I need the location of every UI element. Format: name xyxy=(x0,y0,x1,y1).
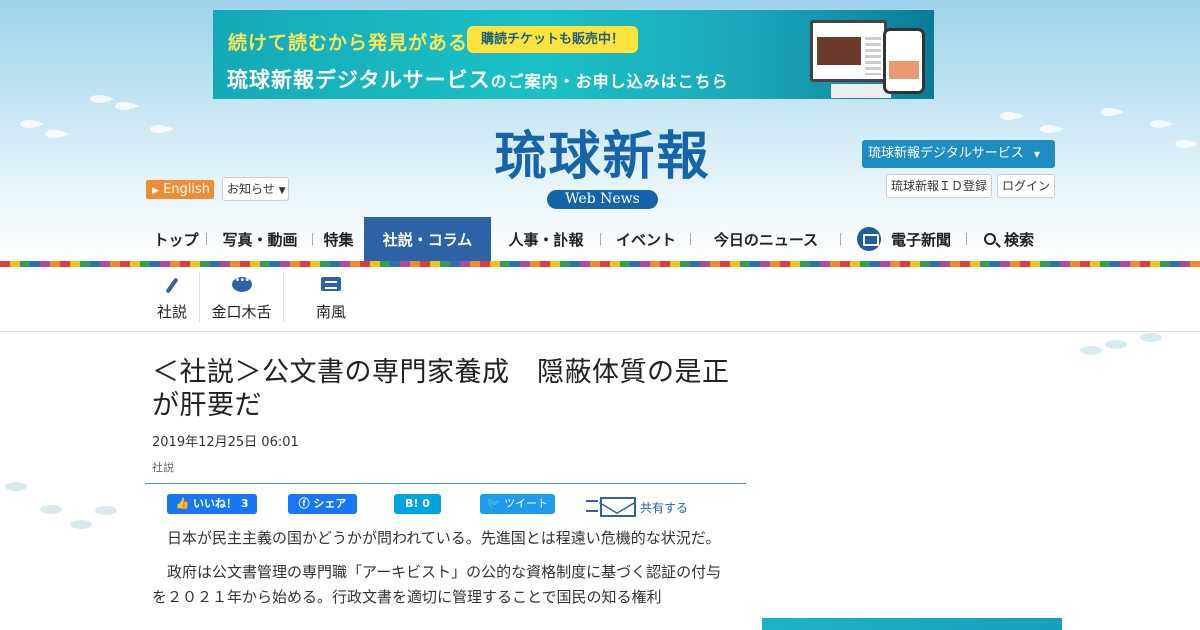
fish-decoration xyxy=(45,130,69,138)
notice-label: お知らせ xyxy=(227,182,275,196)
decorative-pattern-strip xyxy=(0,261,1200,267)
nav-label: 電子新聞 xyxy=(890,230,951,249)
speech-bubble-icon xyxy=(231,275,252,295)
id-register-button[interactable]: 琉球新報ＩＤ登録 xyxy=(886,174,992,198)
nav-item-editorial-column[interactable]: 社説・コラム xyxy=(364,217,491,261)
fish-decoration xyxy=(1150,120,1174,128)
nav-item-events[interactable]: イベント xyxy=(601,217,691,261)
mail-share-label[interactable]: 共有する xyxy=(640,499,688,516)
main-nav: トップ 写真・動画 特集 社説・コラム 人事・訃報 イベント 今日のニュース 電… xyxy=(145,217,1051,261)
nav-item-photo-video[interactable]: 写真・動画 xyxy=(207,217,313,261)
banner-here-text: はこちら xyxy=(660,72,729,91)
fish-decoration xyxy=(150,125,174,133)
article-header: ＜社説＞公文書の専門家養成 隠蔽体質の是正が肝要だ 2019年12月25日 06… xyxy=(152,356,744,475)
article-date: 2019年12月25日 06:01 xyxy=(152,435,299,450)
share-divider xyxy=(145,483,746,484)
nav-label: 写真・動画 xyxy=(222,230,298,249)
fish-decoration xyxy=(1080,346,1102,355)
like-label: いいね！ 3 xyxy=(193,497,249,510)
article-category[interactable]: 社説 xyxy=(152,459,744,475)
article-title: ＜社説＞公文書の専門家養成 隠蔽体質の是正が肝要だ xyxy=(152,357,730,421)
fish-decoration xyxy=(1105,340,1127,349)
fish-decoration xyxy=(1140,333,1162,342)
nav-label: 今日のニュース xyxy=(713,230,819,249)
fish-decoration xyxy=(115,102,139,110)
nav-item-top[interactable]: トップ xyxy=(145,217,207,261)
pen-icon xyxy=(162,277,182,295)
login-button[interactable]: ログイン xyxy=(997,174,1055,198)
facebook-like-button[interactable]: 👍 いいね！ 3 xyxy=(167,494,257,514)
notice-dropdown[interactable]: お知らせ ▼ xyxy=(222,177,289,201)
logo-subtitle: Web News xyxy=(547,190,658,209)
sidebar-ad[interactable] xyxy=(762,618,1062,630)
tweet-button[interactable]: 🐦 ツイート xyxy=(480,494,555,514)
fish-decoration xyxy=(1175,140,1199,148)
banner-main-text: 琉球新報デジタルサービスのご案内・お申し込みはこちら xyxy=(227,64,729,94)
article-body: 日本が民主主義の国かどうかが問われている。先進国とは程遠い危機的な状況だ。 政府… xyxy=(152,526,732,619)
nav-label: 特集 xyxy=(323,230,354,249)
facebook-icon: ⓕ xyxy=(298,497,310,510)
nav-label: 社説・コラム xyxy=(382,230,473,249)
nav-label: 検索 xyxy=(1003,230,1034,249)
divider xyxy=(0,331,1200,332)
banner-tagline: 続けて読むから発見がある xyxy=(228,32,469,54)
subnav-label: 南風 xyxy=(315,303,346,321)
fish-decoration xyxy=(40,505,62,514)
fish-decoration xyxy=(95,506,117,515)
banner-guide-text: のご案内・お申し込み xyxy=(490,72,661,91)
monitor-stand xyxy=(831,84,891,98)
subnav-label: 金口木舌 xyxy=(211,303,272,321)
fish-decoration xyxy=(1100,108,1124,116)
nav-label: 人事・訃報 xyxy=(508,230,584,249)
digital-service-banner[interactable]: 続けて読むから発見がある 購読チケットも販売中！ 琉球新報デジタルサービスのご案… xyxy=(213,10,934,99)
nav-item-todays-news[interactable]: 今日のニュース xyxy=(691,217,841,261)
subnav-item-haebaru[interactable]: 南風 xyxy=(284,272,378,322)
phone-illustration xyxy=(883,28,925,94)
digital-service-dropdown[interactable]: 琉球新報デジタルサービス ▼ xyxy=(862,140,1055,168)
fish-decoration xyxy=(5,482,27,491)
sub-nav: 社説 金口木舌 南風 xyxy=(145,272,378,322)
chevron-down-icon: ▼ xyxy=(278,186,286,196)
chevron-down-icon: ▼ xyxy=(1033,150,1041,159)
fish-decoration xyxy=(70,520,92,529)
fish-decoration xyxy=(90,95,114,103)
english-button[interactable]: ▶ English xyxy=(146,180,214,199)
nav-label: イベント xyxy=(615,230,676,249)
fish-decoration xyxy=(1000,112,1024,120)
caret-right-icon: ▶ xyxy=(152,186,159,196)
thumbs-up-icon: 👍 xyxy=(175,497,190,510)
facebook-share-button[interactable]: ⓕ シェア xyxy=(288,494,357,514)
subnav-item-editorial[interactable]: 社説 xyxy=(145,272,200,322)
nav-item-features[interactable]: 特集 xyxy=(313,217,364,261)
banner-service-name: 琉球新報デジタルサービス xyxy=(227,68,491,92)
mail-share-icon[interactable] xyxy=(586,494,638,518)
fish-decoration xyxy=(20,120,44,128)
bird-icon: 🐦 xyxy=(486,497,501,510)
fish-decoration xyxy=(1040,125,1064,133)
nav-item-personnel-obituaries[interactable]: 人事・訃報 xyxy=(491,217,601,261)
chat-icon xyxy=(321,277,341,295)
nav-item-search[interactable]: 検索 xyxy=(967,217,1051,261)
logo-name: 琉球新報 xyxy=(494,126,711,187)
monitor-illustration xyxy=(810,20,887,82)
search-icon xyxy=(983,233,996,245)
tweet-label: ツイート xyxy=(504,497,549,510)
nav-label: トップ xyxy=(153,230,199,249)
nav-item-e-newspaper[interactable]: 電子新聞 xyxy=(841,217,967,261)
screen-icon xyxy=(856,227,881,251)
banner-ticket-pill: 購読チケットも販売中！ xyxy=(467,26,639,53)
subnav-item-kinkuchi-bokuzetsu[interactable]: 金口木舌 xyxy=(200,272,284,322)
english-label: English xyxy=(163,182,211,197)
digital-service-label: 琉球新報デジタルサービス xyxy=(868,146,1024,161)
share-label: シェア xyxy=(313,497,347,510)
article-paragraph: 日本が民主主義の国かどうかが問われている。先進国とは程遠い危機的な状況だ。 xyxy=(167,529,721,547)
subnav-label: 社説 xyxy=(156,303,187,321)
hatena-bookmark-button[interactable]: B! 0 xyxy=(394,494,441,514)
article-paragraph: 政府は公文書管理の専門職「アーキビスト」の公的な資格制度に基づく認証の付与を２０… xyxy=(152,563,722,606)
site-logo[interactable]: 琉球新報 Web News xyxy=(450,126,755,209)
